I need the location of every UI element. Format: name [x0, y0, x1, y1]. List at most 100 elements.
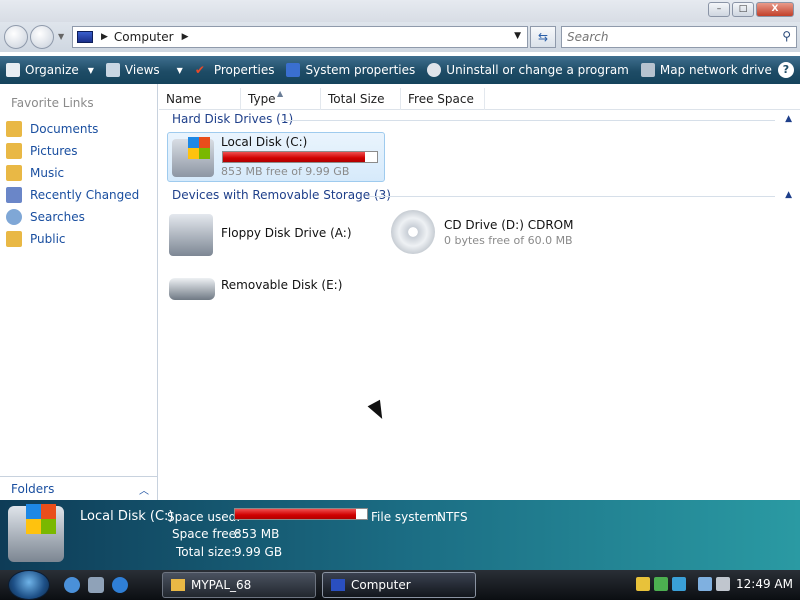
disk-usage-fill: [223, 152, 365, 162]
drive-name: Floppy Disk Drive (A:): [221, 226, 352, 240]
column-name[interactable]: Name: [159, 88, 241, 110]
task-label: MYPAL_68: [191, 578, 252, 592]
system-properties-button[interactable]: System properties: [280, 56, 421, 84]
minimize-button[interactable]: –: [708, 2, 730, 17]
volume-muted-icon[interactable]: [716, 577, 730, 591]
address-dropdown-icon[interactable]: ▼: [514, 31, 521, 41]
column-header: Name ▲ Type Total Size Free Space: [159, 88, 800, 110]
folders-label: Folders: [11, 481, 55, 496]
space-free-label: Space free:: [172, 527, 241, 541]
column-free-space[interactable]: Free Space: [401, 88, 485, 110]
search-input[interactable]: [562, 27, 762, 47]
back-button[interactable]: [4, 25, 28, 49]
window-titlebar: – □ X: [0, 0, 800, 22]
search-icon[interactable]: ⚲: [782, 29, 791, 43]
column-type[interactable]: ▲ Type: [241, 88, 321, 110]
drive-free-space: 853 MB free of 9.99 GB: [221, 165, 350, 178]
checkmark-icon: ✔: [194, 63, 205, 77]
sidebar-item-recently-changed[interactable]: Recently Changed: [6, 184, 139, 206]
update-check-icon[interactable]: [654, 577, 668, 591]
favorite-links-title: Favorite Links: [11, 96, 94, 110]
folders-toggle[interactable]: Folders ︿: [0, 476, 157, 500]
group-hard-disk-drives[interactable]: Hard Disk Drives (1): [172, 112, 293, 126]
properties-label: Properties: [213, 63, 275, 77]
column-total-size[interactable]: Total Size: [321, 88, 401, 110]
total-size-label: Total size:: [176, 545, 236, 559]
drive-name: Removable Disk (E:): [221, 278, 343, 292]
windows-logo-icon: [26, 504, 56, 534]
space-free-value: 853 MB: [234, 527, 280, 541]
system-properties-label: System properties: [305, 63, 416, 77]
windows-logo-icon: [188, 137, 210, 159]
chevron-up-icon[interactable]: ︿: [139, 482, 149, 497]
search-box[interactable]: ⚲: [561, 26, 797, 48]
switch-windows-icon[interactable]: [88, 577, 104, 593]
views-button[interactable]: Views ▼: [100, 56, 189, 84]
details-usage-fill: [235, 509, 357, 519]
views-label: Views: [124, 63, 160, 77]
breadcrumb-chevron-icon[interactable]: ▶: [182, 32, 189, 42]
sidebar-item-label: Documents: [30, 122, 99, 136]
taskbar-item-computer[interactable]: Computer: [322, 572, 476, 598]
internet-explorer-icon[interactable]: [112, 577, 128, 593]
navigation-pane: Favorite Links Documents Pictures Music …: [0, 84, 158, 500]
security-shield-icon[interactable]: [636, 577, 650, 591]
group-removable-storage[interactable]: Devices with Removable Storage (3): [172, 188, 391, 202]
network-icon[interactable]: [698, 577, 712, 591]
clock[interactable]: 12:49 AM: [736, 577, 793, 591]
folder-icon: [171, 579, 185, 591]
file-system-value: NTFS: [437, 510, 468, 524]
search-magnifier-icon: [6, 209, 22, 225]
details-usage-bar: [234, 508, 368, 520]
recent-pages-dropdown[interactable]: ▼: [58, 32, 64, 41]
details-pane: Local Disk (C:) Space used: File system:…: [0, 500, 800, 570]
sidebar-item-label: Recently Changed: [30, 188, 140, 202]
sidebar-item-label: Pictures: [30, 144, 78, 158]
recent-changed-icon: [6, 187, 22, 203]
uninstall-label: Uninstall or change a program: [446, 63, 629, 77]
ie-shortcut-icon[interactable]: [64, 577, 80, 593]
views-icon: [105, 63, 120, 77]
pictures-folder-icon: [6, 143, 22, 159]
refresh-button[interactable]: ⇆: [530, 26, 556, 48]
details-title: Local Disk (C:): [80, 509, 174, 524]
drive-removable-e[interactable]: Removable Disk (E:): [167, 268, 377, 308]
address-bar[interactable]: ▶ Computer ▶ ▼: [72, 26, 528, 48]
space-used-label: Space used:: [167, 510, 241, 524]
sidebar-item-public[interactable]: Public: [6, 228, 139, 250]
breadcrumb[interactable]: Computer: [114, 30, 174, 44]
help-icon[interactable]: ?: [778, 62, 794, 78]
sidebar-item-documents[interactable]: Documents: [6, 118, 139, 140]
map-network-drive-label: Map network drive: [659, 63, 772, 77]
task-label: Computer: [351, 578, 411, 592]
sidebar-item-pictures[interactable]: Pictures: [6, 140, 139, 162]
forward-button[interactable]: [30, 25, 54, 49]
properties-button[interactable]: ✔ Properties: [189, 56, 281, 84]
tray-app-icon[interactable]: [672, 577, 686, 591]
floppy-drive-icon: [169, 214, 213, 256]
chevron-down-icon: ▼: [87, 65, 94, 75]
column-type-label: Type: [248, 92, 276, 106]
close-button[interactable]: X: [756, 2, 794, 17]
map-network-drive-button[interactable]: Map network drive: [635, 56, 778, 84]
chevron-up-icon[interactable]: ▲: [785, 114, 792, 124]
network-drive-icon: [640, 63, 655, 77]
drive-free-space: 0 bytes free of 60.0 MB: [444, 234, 573, 247]
drive-cd-d[interactable]: CD Drive (D:) CDROM 0 bytes free of 60.0…: [389, 208, 629, 258]
uninstall-icon: [427, 63, 442, 77]
sidebar-item-music[interactable]: Music: [6, 162, 139, 184]
maximize-button[interactable]: □: [732, 2, 754, 17]
sidebar-item-label: Public: [30, 232, 66, 246]
drive-local-disk-c[interactable]: Local Disk (C:) 853 MB free of 9.99 GB: [167, 132, 385, 182]
drive-floppy-a[interactable]: Floppy Disk Drive (A:): [167, 212, 377, 260]
uninstall-program-button[interactable]: Uninstall or change a program: [421, 56, 635, 84]
breadcrumb-separator-icon[interactable]: ▶: [101, 32, 108, 42]
taskbar-item-mypal[interactable]: MYPAL_68: [162, 572, 316, 598]
cd-drive-icon: [391, 210, 435, 254]
sidebar-item-searches[interactable]: Searches: [6, 206, 139, 228]
start-button[interactable]: [8, 570, 50, 600]
organize-button[interactable]: Organize ▼: [0, 56, 100, 84]
group-divider: [367, 196, 775, 197]
music-folder-icon: [6, 165, 22, 181]
chevron-up-icon[interactable]: ▲: [785, 190, 792, 200]
